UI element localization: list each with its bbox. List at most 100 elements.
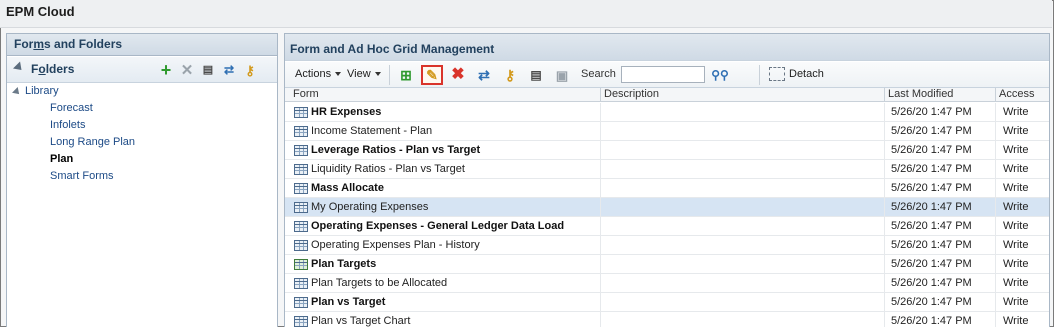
edit-pencil-icon[interactable]: ✎: [421, 65, 443, 85]
tree-item-label: Library: [25, 85, 59, 97]
modified-cell: 5/26/20 1:47 PM: [885, 293, 996, 312]
assign-access-icon[interactable]: ⚷: [241, 61, 259, 79]
table-row[interactable]: Plan Targets 5/26/20 1:47 PM Write: [285, 255, 1049, 274]
search-input[interactable]: [621, 66, 705, 83]
form-cell: Plan vs Target: [285, 293, 601, 312]
table-row[interactable]: HR Expenses 5/26/20 1:47 PM Write: [285, 103, 1049, 122]
description-cell: [601, 293, 885, 312]
folders-label: Folders: [31, 62, 74, 76]
table-header: Form Description Last Modified Access: [285, 88, 1049, 102]
detach-icon[interactable]: [769, 67, 785, 81]
form-cell: HR Expenses: [285, 103, 601, 122]
forms-and-folders-title: Forms and Folders: [14, 37, 122, 51]
column-header-access[interactable]: Access: [996, 88, 1049, 102]
chevron-down-icon: [374, 72, 381, 77]
tree-item-library[interactable]: Library: [12, 85, 59, 102]
rename-folder-icon[interactable]: ▤: [199, 61, 217, 79]
folders-mnemonic: o: [38, 62, 46, 76]
tree-item-label: Long Range Plan: [50, 136, 136, 148]
table-row[interactable]: Leverage Ratios - Plan vs Target 5/26/20…: [285, 141, 1049, 160]
form-icon: [294, 278, 308, 289]
search-binoculars-icon[interactable]: ⚲⚲: [709, 65, 731, 85]
detach-button[interactable]: Detach: [789, 68, 824, 80]
tree-item-plan[interactable]: Plan: [50, 153, 73, 170]
access-cell: Write: [1003, 239, 1029, 251]
access-cell: Write: [1003, 277, 1029, 289]
modified-cell: 5/26/20 1:47 PM: [885, 122, 996, 141]
access-cell: Write: [1003, 201, 1029, 213]
description-cell: [601, 122, 885, 141]
table-row[interactable]: Plan Targets to be Allocated 5/26/20 1:4…: [285, 274, 1049, 293]
tree-item-smart-forms[interactable]: Smart Forms: [50, 170, 114, 187]
access-cell: Write: [1003, 182, 1029, 194]
tree-item-long-range-plan[interactable]: Long Range Plan: [50, 136, 135, 153]
folders-bar: Folders + ✕ ▤ ⇄ ⚷: [7, 57, 277, 83]
table-row[interactable]: Plan vs Target 5/26/20 1:47 PM Write: [285, 293, 1049, 312]
access-cell: Write: [1003, 144, 1029, 156]
view-menu[interactable]: View: [347, 68, 381, 80]
tree-item-forecast[interactable]: Forecast: [50, 102, 93, 119]
modified-cell: 5/26/20 1:47 PM: [885, 160, 996, 179]
table-row[interactable]: Liquidity Ratios - Plan vs Target 5/26/2…: [285, 160, 1049, 179]
table-row-selected[interactable]: My Operating Expenses 5/26/20 1:47 PM Wr…: [285, 198, 1049, 217]
delete-folder-icon[interactable]: ✕: [178, 61, 196, 79]
description-cell: [601, 236, 885, 255]
tree-item-infolets[interactable]: Infolets: [50, 119, 85, 136]
table-row[interactable]: Plan vs Target Chart 5/26/20 1:47 PM Wri…: [285, 312, 1049, 327]
move-icon[interactable]: ⇄: [473, 65, 495, 85]
table-row[interactable]: Income Statement - Plan 5/26/20 1:47 PM …: [285, 122, 1049, 141]
form-name: HR Expenses: [311, 106, 382, 118]
form-icon: [294, 107, 308, 118]
search-label: Search: [581, 68, 616, 80]
form-icon: [294, 316, 308, 327]
folders-collapse-icon[interactable]: [12, 61, 26, 74]
form-management-panel: Form and Ad Hoc Grid Management Actions …: [284, 33, 1050, 327]
form-icon: [294, 297, 308, 308]
tree-item-label: Smart Forms: [50, 170, 114, 182]
modified-cell: 5/26/20 1:47 PM: [885, 198, 996, 217]
delete-icon[interactable]: ✖: [447, 65, 469, 85]
table-row[interactable]: Operating Expenses - General Ledger Data…: [285, 217, 1049, 236]
modified-cell: 5/26/20 1:47 PM: [885, 312, 996, 327]
form-cell: My Operating Expenses: [285, 198, 601, 217]
modified-cell: 5/26/20 1:47 PM: [885, 217, 996, 236]
access-cell: Write: [1003, 296, 1029, 308]
rename-icon[interactable]: ▤: [525, 65, 547, 85]
form-cell: Mass Allocate: [285, 179, 601, 198]
add-folder-icon[interactable]: +: [157, 61, 175, 79]
column-header-description[interactable]: Description: [601, 88, 885, 102]
form-cell: Income Statement - Plan: [285, 122, 601, 141]
table-row[interactable]: Mass Allocate 5/26/20 1:47 PM Write: [285, 179, 1049, 198]
modified-cell: 5/26/20 1:47 PM: [885, 236, 996, 255]
move-folder-icon[interactable]: ⇄: [220, 61, 238, 79]
form-icon: [294, 126, 308, 137]
form-name: Plan vs Target Chart: [311, 315, 411, 327]
access-cell: Write: [1003, 125, 1029, 137]
toolbar-separator: [389, 65, 390, 85]
form-name: Liquidity Ratios - Plan vs Target: [311, 163, 465, 175]
assign-access-icon[interactable]: ⚷: [499, 65, 521, 85]
actions-menu[interactable]: Actions: [295, 68, 342, 80]
access-cell: Write: [1003, 163, 1029, 175]
panel-title: Form and Ad Hoc Grid Management: [290, 42, 495, 56]
form-icon: [294, 221, 308, 232]
form-cell: Liquidity Ratios - Plan vs Target: [285, 160, 601, 179]
form-name: Plan Targets to be Allocated: [311, 277, 448, 289]
copy-icon[interactable]: ▣: [551, 65, 573, 85]
description-cell: [601, 198, 885, 217]
form-name: Leverage Ratios - Plan vs Target: [311, 144, 481, 156]
description-cell: [601, 274, 885, 293]
access-cell: Write: [1003, 106, 1029, 118]
expand-arrow-icon[interactable]: [12, 87, 22, 97]
column-header-form[interactable]: Form: [290, 88, 601, 102]
chevron-down-icon: [335, 72, 342, 77]
form-name: Income Statement - Plan: [311, 125, 433, 137]
column-header-last-modified[interactable]: Last Modified: [885, 88, 996, 102]
forms-and-folders-panel: Forms and Folders Folders + ✕ ▤ ⇄ ⚷ Libr…: [6, 33, 278, 327]
description-cell: [601, 217, 885, 236]
description-cell: [601, 103, 885, 122]
description-cell: [601, 160, 885, 179]
create-form-icon[interactable]: ⊞: [395, 65, 417, 85]
table-row[interactable]: Operating Expenses Plan - History 5/26/2…: [285, 236, 1049, 255]
forms-and-folders-header: Forms and Folders: [7, 34, 277, 56]
